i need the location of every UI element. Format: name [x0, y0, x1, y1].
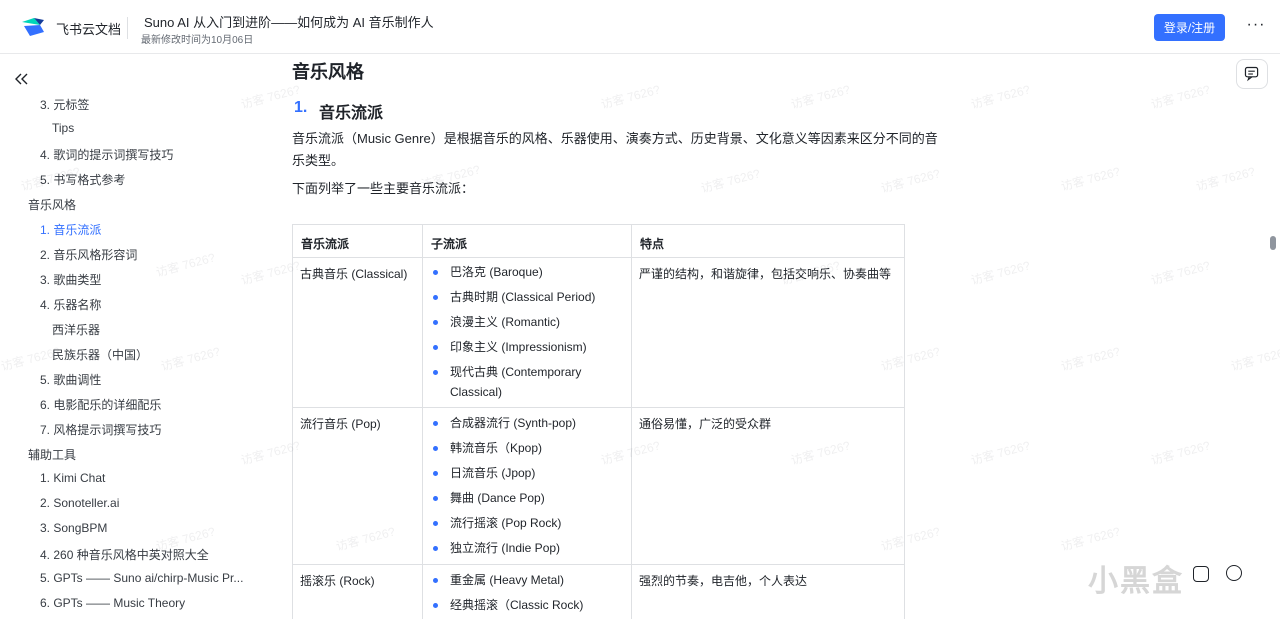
watermark: 访客 7626?: [1229, 344, 1280, 374]
site-watermark-logo: 小黑盒: [1088, 565, 1184, 598]
table-cell-genre: 古典音乐 (Classical): [300, 267, 408, 281]
toc-item[interactable]: 音乐风格: [28, 196, 76, 213]
subgenre-item: 流行摇滚 (Pop Rock): [432, 514, 561, 533]
paragraph-line: 乐类型。: [292, 153, 345, 168]
toc-item[interactable]: 4. 260 种音乐风格中英对照大全: [40, 546, 209, 563]
watermark: 访客 7626?: [1149, 82, 1212, 112]
subgenre-item: 古典时期 (Classical Period): [432, 288, 595, 307]
header-divider: [127, 17, 128, 39]
watermark: 访客 7626?: [969, 82, 1032, 112]
row-divider: [293, 257, 904, 258]
subgenre-item: 现代古典 (Contemporary: [432, 363, 581, 382]
toc-item[interactable]: 3. 歌曲类型: [40, 271, 101, 288]
subgenre-item-continued: Classical): [450, 385, 503, 399]
subsection-heading: 音乐流派: [319, 105, 384, 122]
subgenre-item: 日流音乐 (Jpop): [432, 464, 535, 483]
subgenre-item: 独立流行 (Indie Pop): [432, 539, 560, 558]
watermark: 访客 7626?: [879, 166, 942, 196]
watermark: 访客 7626?: [154, 250, 217, 280]
column-divider: [422, 225, 423, 619]
toc-item[interactable]: 3. 元标签: [40, 96, 89, 113]
toc-item[interactable]: 2. Sonoteller.ai: [40, 496, 119, 510]
help-icon[interactable]: [1226, 565, 1242, 581]
toc-item[interactable]: 5. GPTs —— Suno ai/chirp-Music Pr...: [40, 571, 243, 585]
comment-button[interactable]: [1236, 59, 1268, 89]
paragraph: 下面列举了一些主要音乐流派：: [292, 181, 475, 196]
toc-item[interactable]: 6. GPTs —— Music Theory: [40, 596, 185, 610]
brand-name[interactable]: 飞书云文档: [56, 19, 121, 38]
toc-item[interactable]: 1. Kimi Chat: [40, 471, 105, 485]
row-divider: [293, 564, 904, 565]
last-modified: 最新修改时间为10月06日: [141, 35, 254, 46]
subgenre-item: 巴洛克 (Baroque): [433, 263, 543, 282]
subsection-number: 1.: [294, 99, 308, 116]
watermark: 访客 7626?: [1149, 258, 1212, 288]
table-cell-features: 严谨的结构，和谐旋律，包括交响乐、协奏曲等: [639, 267, 892, 281]
more-options-button[interactable]: ···: [1246, 16, 1266, 38]
doc-title: Suno AI 从入门到进阶——如何成为 AI 音乐制作人: [144, 15, 434, 30]
subgenre-item: 经典摇滚（Classic Rock): [432, 596, 583, 615]
toc-item-active[interactable]: 1. 音乐流派: [40, 221, 101, 238]
watermark: 访客 7626?: [239, 82, 302, 112]
table-cell-genre: 流行音乐 (Pop): [300, 417, 381, 431]
table-cell-features: 通俗易懂，广泛的受众群: [639, 417, 772, 431]
watermark: 访客 7626?: [1059, 164, 1122, 194]
watermark: 访客 7626?: [159, 344, 222, 374]
subgenre-item: 舞曲 (Dance Pop): [433, 489, 545, 508]
table-header: 音乐流派: [301, 237, 350, 251]
watermark: 访客 7626?: [969, 438, 1032, 468]
subgenre-item: 浪漫主义 (Romantic): [432, 313, 560, 332]
toc-item[interactable]: 7. 风格提示词撰写技巧: [40, 421, 161, 438]
table-cell-features: 强烈的节奏，电吉他，个人表达: [639, 574, 808, 588]
toc-item[interactable]: 4. 歌词的提示词撰写技巧: [40, 146, 173, 163]
toc-item[interactable]: 辅助工具: [28, 446, 76, 463]
scrollbar-thumb[interactable]: [1270, 236, 1276, 250]
section-heading: 音乐风格: [292, 62, 364, 82]
copy-icon[interactable]: [1193, 566, 1209, 582]
table-cell-genre: 摇滚乐 (Rock): [300, 574, 375, 588]
watermark: 访客 7626?: [1149, 438, 1212, 468]
watermark: 访客 7626?: [1059, 344, 1122, 374]
toc-item[interactable]: 民族乐器（中国）: [52, 346, 148, 363]
watermark: 访客 7626?: [699, 166, 762, 196]
table-header: 子流派: [431, 237, 468, 251]
toc-item[interactable]: 5. 歌曲调性: [40, 371, 101, 388]
row-divider: [293, 407, 904, 408]
toc-item[interactable]: 5. 书写格式参考: [40, 171, 125, 188]
toc-item[interactable]: 2. 音乐风格形容词: [40, 246, 137, 263]
toc-item[interactable]: 4. 乐器名称: [40, 296, 101, 313]
toc-item[interactable]: 3. SongBPM: [40, 521, 107, 535]
watermark: 访客 7626?: [789, 82, 852, 112]
toc-item[interactable]: 西洋乐器: [52, 321, 100, 338]
watermark: 访客 7626?: [1059, 524, 1122, 554]
feishu-logo-icon[interactable]: [20, 16, 46, 38]
watermark: 访客 7626?: [1194, 164, 1257, 194]
subgenre-item: 印象主义 (Impressionism): [433, 338, 587, 357]
watermark: 访客 7626?: [969, 258, 1032, 288]
subgenre-item: 韩流音乐（Kpop): [432, 439, 542, 458]
top-header: 飞书云文档 Suno AI 从入门到进阶——如何成为 AI 音乐制作人 最新修改…: [0, 0, 1280, 54]
toc-item[interactable]: 6. 电影配乐的详细配乐: [40, 396, 161, 413]
login-register-button[interactable]: 登录/注册: [1154, 14, 1225, 41]
watermark: 访客 7626?: [599, 82, 662, 112]
subgenre-item: 合成器流行 (Synth-pop): [432, 414, 576, 433]
toc-item[interactable]: Tips: [52, 121, 74, 135]
paragraph-line: 音乐流派（Music Genre）是根据音乐的风格、乐器使用、演奏方式、历史背景…: [292, 131, 938, 146]
comment-icon: [1244, 66, 1259, 82]
column-divider: [631, 225, 632, 619]
subgenre-item: 重金属 (Heavy Metal): [432, 571, 564, 590]
double-chevron-left-icon[interactable]: [13, 70, 31, 88]
table-header: 特点: [640, 237, 665, 251]
genre-table: 音乐流派 子流派 特点 古典音乐 (Classical) 巴洛克 (Baroqu…: [292, 224, 905, 619]
